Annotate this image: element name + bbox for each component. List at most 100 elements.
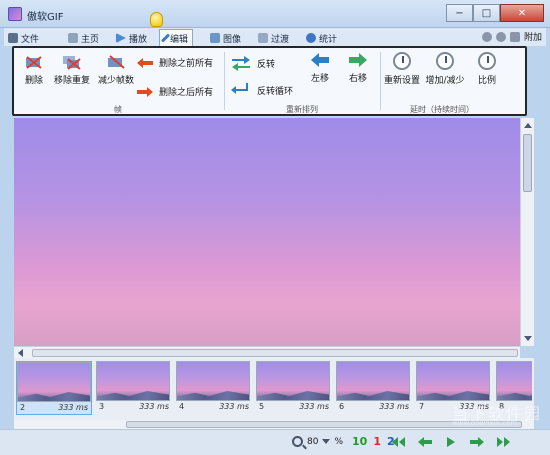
delete-frame-icon (26, 56, 42, 69)
save-icon (8, 33, 18, 43)
status-bar: 80 % 10 1 2 (0, 429, 550, 455)
group-separator (224, 52, 225, 110)
move-left-button[interactable]: 左移 (306, 52, 334, 84)
frame-thumbnail[interactable]: 4 333 ms (176, 361, 252, 415)
clock-plus-icon (436, 52, 454, 70)
frame-image (96, 361, 170, 401)
delay-group-label: 延时（持续时间） (410, 105, 474, 114)
user-icon[interactable] (481, 31, 492, 42)
override-delay-button[interactable]: 重新设置 (382, 52, 422, 86)
frame-group-label: 帧 (114, 105, 122, 114)
frame-index: 7 (419, 402, 425, 411)
arrow-right-dashed-icon (137, 86, 153, 97)
scroll-down-icon[interactable] (524, 336, 532, 341)
frame-image (256, 361, 330, 401)
frame-duration: 333 ms (139, 402, 169, 411)
frame-thumbnail[interactable]: 6 333 ms (336, 361, 412, 415)
frame-duration: 333 ms (219, 402, 249, 411)
watermark-url: www.downxia.com (452, 419, 518, 427)
frame-duration: 333 ms (379, 402, 409, 411)
horizontal-scrollbar[interactable] (14, 346, 520, 358)
frame-thumbnail[interactable]: 5 333 ms (256, 361, 332, 415)
pencil-icon (160, 33, 171, 43)
frame-image (496, 361, 532, 401)
magnifier-icon (292, 436, 303, 447)
arrow-right-icon (349, 53, 367, 67)
frame-image (17, 362, 91, 402)
reverse-button[interactable]: 反转 (230, 54, 275, 72)
play-icon (116, 33, 126, 43)
tab-transition[interactable]: 过渡 (258, 30, 289, 46)
yoyo-icon (231, 83, 248, 94)
close-button[interactable]: ✕ (500, 4, 544, 22)
horizontal-scroll-thumb[interactable] (32, 349, 518, 357)
tab-home[interactable]: 主页 (68, 30, 99, 46)
frame-index: 4 (179, 402, 185, 411)
vertical-scrollbar[interactable] (520, 118, 534, 346)
increase-decrease-delay-button[interactable]: 增加/减少 (422, 52, 468, 86)
yoyo-button[interactable]: 反转循环 (230, 81, 293, 99)
frame-index: 5 (259, 402, 265, 411)
remove-duplicates-button[interactable]: 移除重复 (52, 54, 92, 86)
home-icon (68, 33, 78, 43)
image-icon (210, 33, 220, 43)
frame-image (336, 361, 410, 401)
tab-playback[interactable]: 播放 (116, 30, 147, 46)
tab-edit[interactable]: 编辑 (159, 29, 194, 46)
clock-icon (393, 52, 411, 70)
arrow-left-icon (311, 53, 329, 67)
window-title: 傲软GIF (27, 12, 64, 23)
selected-frame-count: 1 (373, 435, 381, 448)
tab-image[interactable]: 图像 (210, 30, 241, 46)
tabbar-right-tools: 附加 (481, 30, 542, 43)
remove-duplicates-icon (63, 56, 81, 70)
next-frame-icon[interactable] (470, 437, 484, 447)
frame-counters: 10 1 2 (352, 435, 395, 448)
tab-file[interactable]: 文件 (8, 30, 39, 46)
feedback-icon[interactable] (495, 31, 506, 42)
frame-thumbnail[interactable]: 3 333 ms (96, 361, 172, 415)
delete-after-button[interactable]: 删除之后所有 (136, 85, 213, 98)
tab-statistics[interactable]: 统计 (306, 30, 337, 46)
frame-index: 3 (99, 402, 105, 411)
previous-frame-icon[interactable] (418, 437, 432, 447)
window-controls: − □ ✕ (446, 4, 544, 22)
delete-frame-button[interactable]: 删除 (20, 54, 48, 86)
reduce-frames-icon (108, 55, 125, 69)
scale-delay-button[interactable]: 比例 (472, 52, 502, 86)
reduce-frames-button[interactable]: 减少帧数 (96, 54, 136, 86)
scroll-up-icon[interactable] (524, 123, 532, 128)
extras-menu[interactable]: 附加 (524, 30, 542, 43)
scroll-left-icon[interactable] (18, 349, 23, 357)
ribbon-tabbar: 文件 主页 播放 编辑 图像 过渡 统计 附加 (4, 28, 546, 46)
frame-duration: 333 ms (299, 402, 329, 411)
frame-thumbnail[interactable]: 2 333 ms (16, 361, 92, 415)
play-icon[interactable] (444, 437, 458, 447)
app-logo-icon (8, 7, 22, 21)
tip-lightbulb-icon[interactable] (150, 12, 163, 27)
frame-index: 2 (20, 403, 26, 412)
frame-index: 6 (339, 402, 345, 411)
clock-scale-icon (478, 52, 496, 70)
maximize-button[interactable]: □ (473, 4, 500, 22)
lock-icon[interactable] (509, 31, 520, 42)
group-separator (380, 52, 381, 110)
info-icon (306, 33, 316, 43)
move-right-button[interactable]: 右移 (344, 52, 372, 84)
transition-icon (258, 33, 268, 43)
vertical-scroll-thumb[interactable] (523, 134, 532, 192)
gif-preview-canvas[interactable] (14, 118, 520, 346)
frame-image (416, 361, 490, 401)
zoom-control[interactable]: 80 % (292, 436, 343, 447)
zoom-dropdown-icon[interactable] (322, 439, 331, 444)
last-frame-icon[interactable] (496, 437, 510, 447)
zoom-value[interactable]: 80 (307, 437, 318, 447)
first-frame-icon[interactable] (392, 437, 406, 447)
reverse-icon (232, 56, 250, 71)
minimize-button[interactable]: − (446, 4, 473, 22)
reorder-group-label: 重新排列 (286, 105, 318, 114)
frame-duration: 333 ms (58, 403, 88, 412)
delete-before-button[interactable]: 删除之前所有 (136, 56, 213, 69)
arrow-left-dashed-icon (137, 57, 153, 68)
zoom-unit: % (334, 436, 344, 447)
